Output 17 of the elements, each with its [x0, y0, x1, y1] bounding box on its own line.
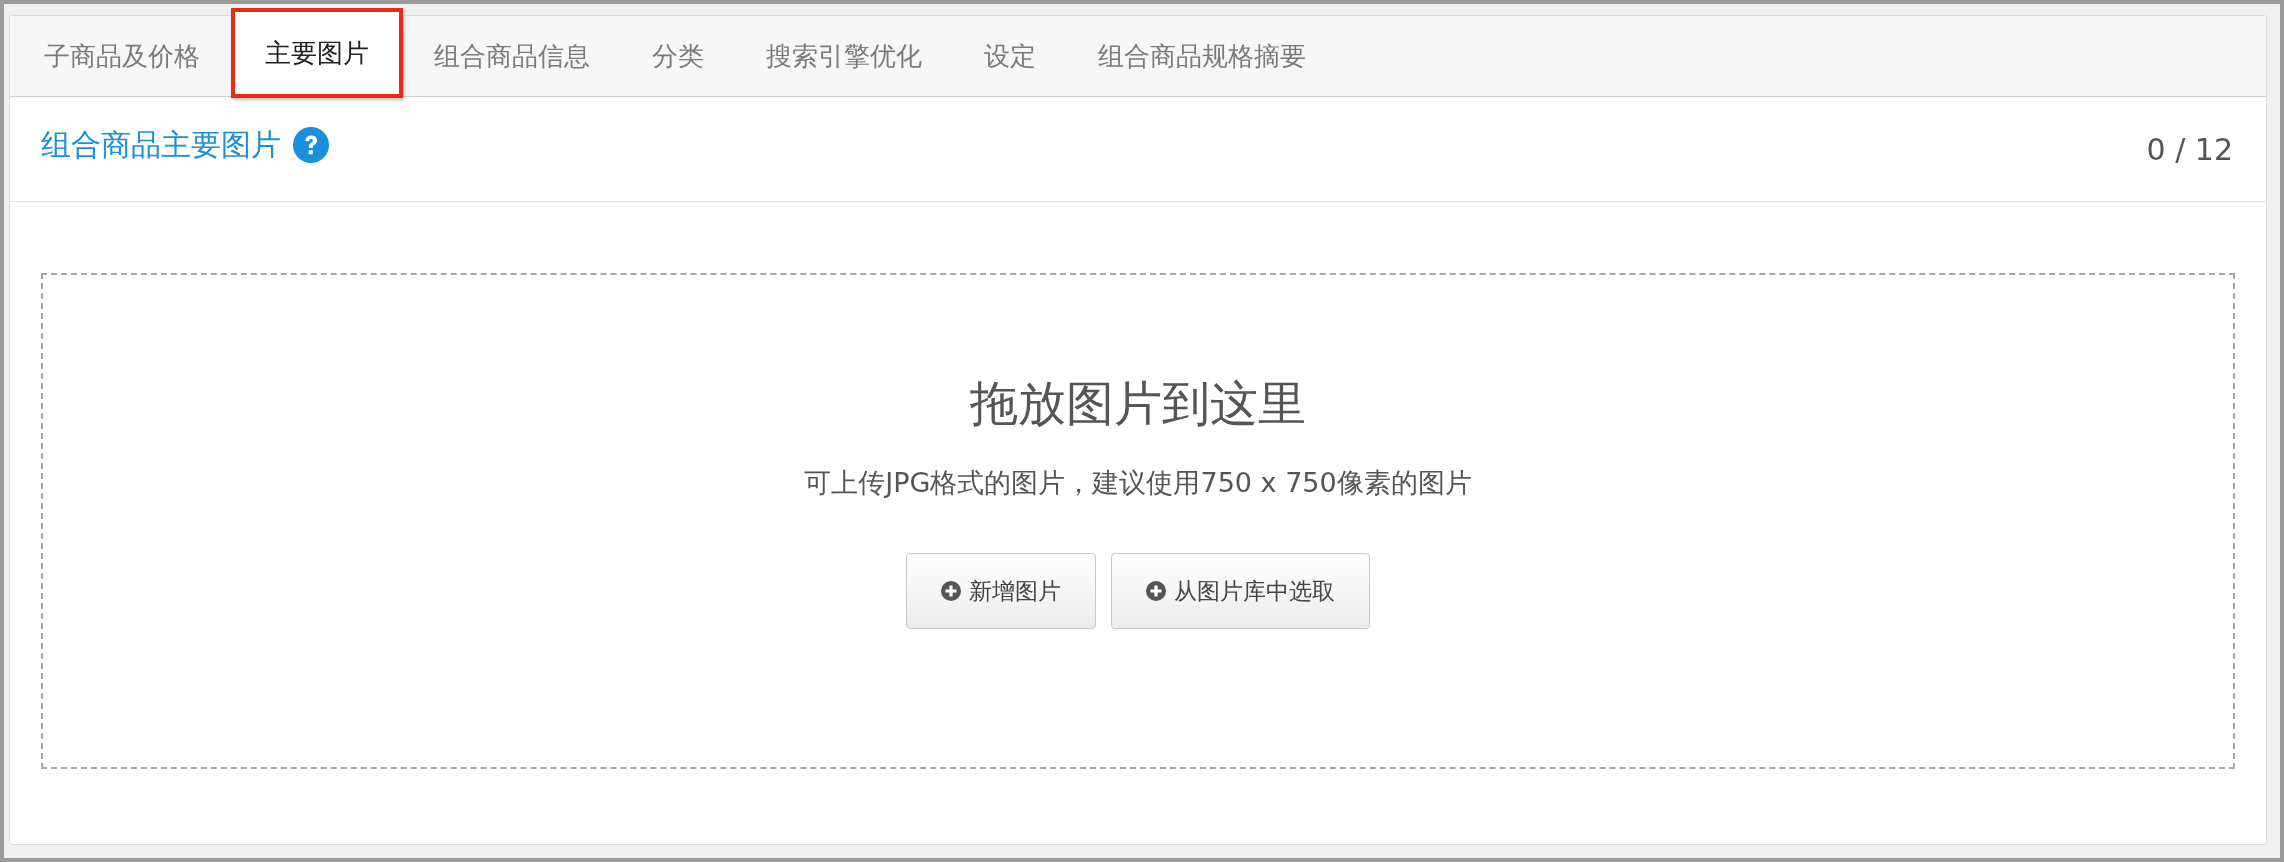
- upload-hint: 可上传JPG格式的图片，建议使用750 x 750像素的图片: [804, 466, 1472, 500]
- help-icon[interactable]: [293, 127, 329, 163]
- image-count: 0 / 12: [2146, 131, 2233, 167]
- tab[interactable]: 组合商品规格摘要: [1067, 16, 1337, 96]
- plus-circle-icon: [1146, 581, 1166, 601]
- section-title: 组合商品主要图片: [41, 125, 281, 164]
- drop-heading: 拖放图片到这里: [970, 374, 1306, 433]
- tab[interactable]: 子商品及价格: [13, 16, 231, 96]
- tab[interactable]: 分类: [621, 16, 735, 96]
- tab[interactable]: 组合商品信息: [403, 16, 621, 96]
- tab[interactable]: 主要图片: [231, 8, 403, 98]
- tab[interactable]: 搜索引擎优化: [735, 16, 953, 96]
- drop-zone[interactable]: 拖放图片到这里 可上传JPG格式的图片，建议使用750 x 750像素的图片 新增图片 从图片库中选取: [41, 273, 2235, 769]
- plus-circle-icon: [941, 581, 961, 601]
- tab[interactable]: 设定: [953, 16, 1067, 96]
- add-image-button[interactable]: 新增图片: [906, 553, 1096, 629]
- add-image-button[interactable]: 从图片库中选取: [1111, 553, 1370, 629]
